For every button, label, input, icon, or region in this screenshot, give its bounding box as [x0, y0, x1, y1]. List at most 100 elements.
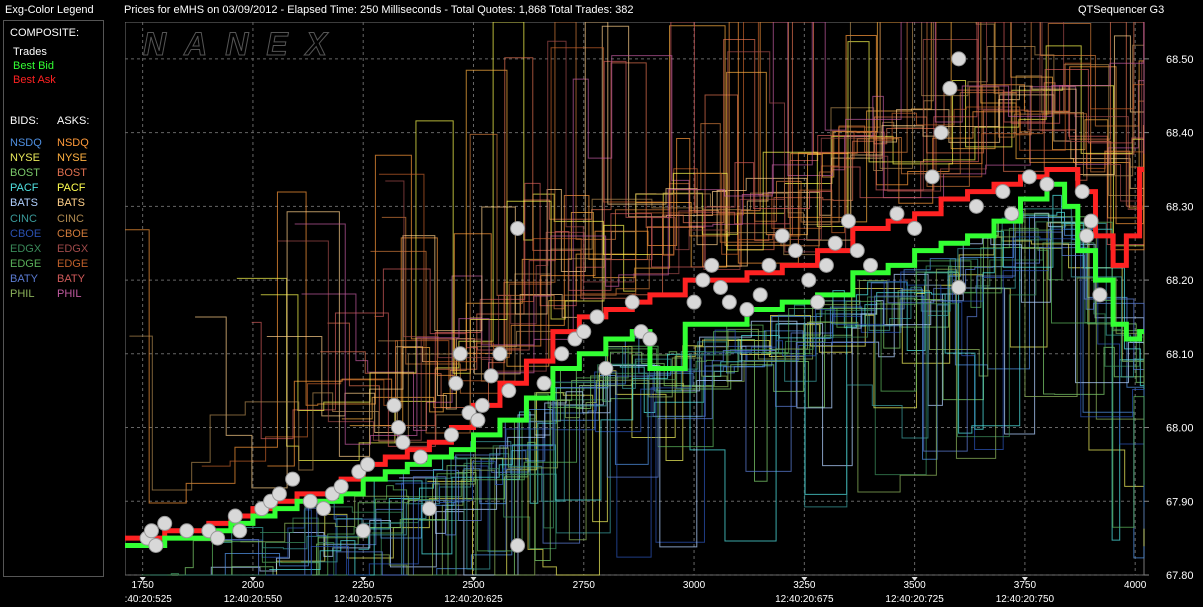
- trade-point: [704, 257, 720, 273]
- time-label: 12:40:20:675: [775, 594, 834, 605]
- trade-point: [421, 501, 437, 517]
- legend-ask-pacf: PACF: [57, 182, 86, 195]
- x-tick-label: 4000: [1124, 580, 1147, 591]
- legend-bid-phil: PHIL: [10, 288, 35, 300]
- legend-ask-baty: BATY: [57, 272, 85, 285]
- legend-ask-edge: EDGE: [57, 257, 89, 270]
- legend-ask-edgx: EDGX: [57, 242, 89, 255]
- legend-title: Exg-Color Legend: [5, 4, 94, 16]
- trade-point: [713, 279, 729, 295]
- trade-point: [924, 169, 940, 185]
- trade-point: [1092, 287, 1108, 303]
- app-name: QTSequencer G3: [1078, 4, 1165, 16]
- legend-ask-cinc: CINC: [57, 212, 84, 225]
- y-tick-label: 68.20: [1166, 275, 1194, 287]
- y-tick-label: 67.90: [1166, 496, 1194, 508]
- exchange-color-legend: COMPOSITE: Trades Best Bid Best Ask BIDS: …: [3, 20, 104, 577]
- legend-bid-pacf: PACF: [10, 182, 39, 195]
- trade-point: [148, 538, 164, 554]
- legend-bid-edgx: EDGX: [10, 242, 42, 255]
- title-bar: Exg-Color Legend Prices for eMHS on 03/0…: [0, 0, 1203, 20]
- trade-point: [589, 309, 605, 325]
- trade-point: [390, 420, 406, 436]
- nanex-watermark: NANEX: [142, 26, 346, 63]
- x-tick-label: 2500: [462, 580, 485, 591]
- trade-point: [386, 397, 402, 413]
- trade-point: [849, 243, 865, 259]
- trade-point: [624, 294, 640, 310]
- trade-point: [951, 51, 967, 67]
- trade-point: [1079, 228, 1095, 244]
- time-label: 12:40:20:525: [125, 594, 172, 605]
- trade-point: [1021, 169, 1037, 185]
- trade-point: [1039, 176, 1055, 192]
- trade-point: [1074, 184, 1090, 200]
- composite-header: COMPOSITE:: [10, 27, 80, 39]
- trade-point: [774, 228, 790, 244]
- legend-bid-cboe: CBOE: [10, 227, 42, 240]
- trade-point: [227, 508, 243, 524]
- trade-point: [840, 213, 856, 229]
- legend-item-best-ask: Best Ask: [13, 74, 56, 86]
- trade-point: [302, 493, 318, 509]
- trade-point: [333, 479, 349, 495]
- trade-point: [271, 486, 287, 502]
- legend-ask-cboe: CBOE: [57, 227, 89, 240]
- price-chart: 67.80 67.90 68.00 68.10 68.20 68.30 68.40 68.50…: [125, 22, 1194, 605]
- legend-bid-bost: BOST: [10, 167, 40, 180]
- y-tick-label: 68.10: [1166, 349, 1194, 361]
- trade-point: [576, 324, 592, 340]
- time-label: 12:40:20:625: [444, 594, 503, 605]
- y-tick-label: 68.00: [1166, 423, 1194, 435]
- time-label: 12:40:20:725: [885, 594, 944, 605]
- y-tick-label: 68.40: [1166, 128, 1194, 140]
- x-tick-label: 3000: [683, 580, 706, 591]
- x-tick-label: 1750: [132, 580, 155, 591]
- trade-point: [1083, 213, 1099, 229]
- trade-point: [968, 198, 984, 214]
- trade-point: [995, 184, 1011, 200]
- legend-bid-nsdq: NSDQ: [10, 137, 42, 149]
- legend-ask-phil: PHIL: [57, 288, 82, 300]
- trade-point: [686, 294, 702, 310]
- trade-point: [827, 235, 843, 251]
- trade-point: [395, 434, 411, 450]
- trade-point: [942, 80, 958, 96]
- trade-point: [179, 523, 195, 539]
- legend-bid-nyse: NYSE: [10, 152, 40, 165]
- time-label: 12:40:20:750: [996, 594, 1055, 605]
- trade-point: [951, 279, 967, 295]
- trade-point: [907, 220, 923, 236]
- bids-header: BIDS:: [10, 115, 39, 127]
- price-chart-svg: 67.80 67.90 68.00 68.10 68.20 68.30 68.40 68.50…: [125, 22, 1194, 605]
- legend-bid-cinc: CINC: [10, 212, 37, 225]
- trade-point: [316, 501, 332, 517]
- trade-point: [360, 456, 376, 472]
- trade-point: [232, 523, 248, 539]
- x-tick-label: 2250: [352, 580, 375, 591]
- trade-point: [443, 427, 459, 443]
- trade-point: [355, 523, 371, 539]
- y-tick-label: 68.30: [1166, 201, 1194, 213]
- trade-point: [492, 346, 508, 362]
- legend-item-trades: Trades: [13, 46, 47, 58]
- trade-point: [863, 257, 879, 273]
- trade-point: [752, 287, 768, 303]
- trade-point: [721, 294, 737, 310]
- x-tick-label: 3250: [793, 580, 816, 591]
- time-label: 12:40:20:575: [334, 594, 393, 605]
- x-tick-label: 2750: [573, 580, 596, 591]
- legend-bid-bats: BATS: [10, 197, 38, 210]
- legend-item-best-bid: Best Bid: [13, 60, 54, 72]
- trade-point: [536, 375, 552, 391]
- time-label: 12:40:20:550: [224, 594, 283, 605]
- trade-point: [598, 361, 614, 377]
- trade-point: [510, 220, 526, 236]
- trade-point: [285, 471, 301, 487]
- trade-point: [510, 538, 526, 554]
- trade-point: [818, 257, 834, 273]
- trade-point: [413, 449, 429, 465]
- x-tick-label: 2000: [242, 580, 265, 591]
- trade-point: [739, 302, 755, 318]
- legend-bid-edge: EDGE: [10, 257, 42, 270]
